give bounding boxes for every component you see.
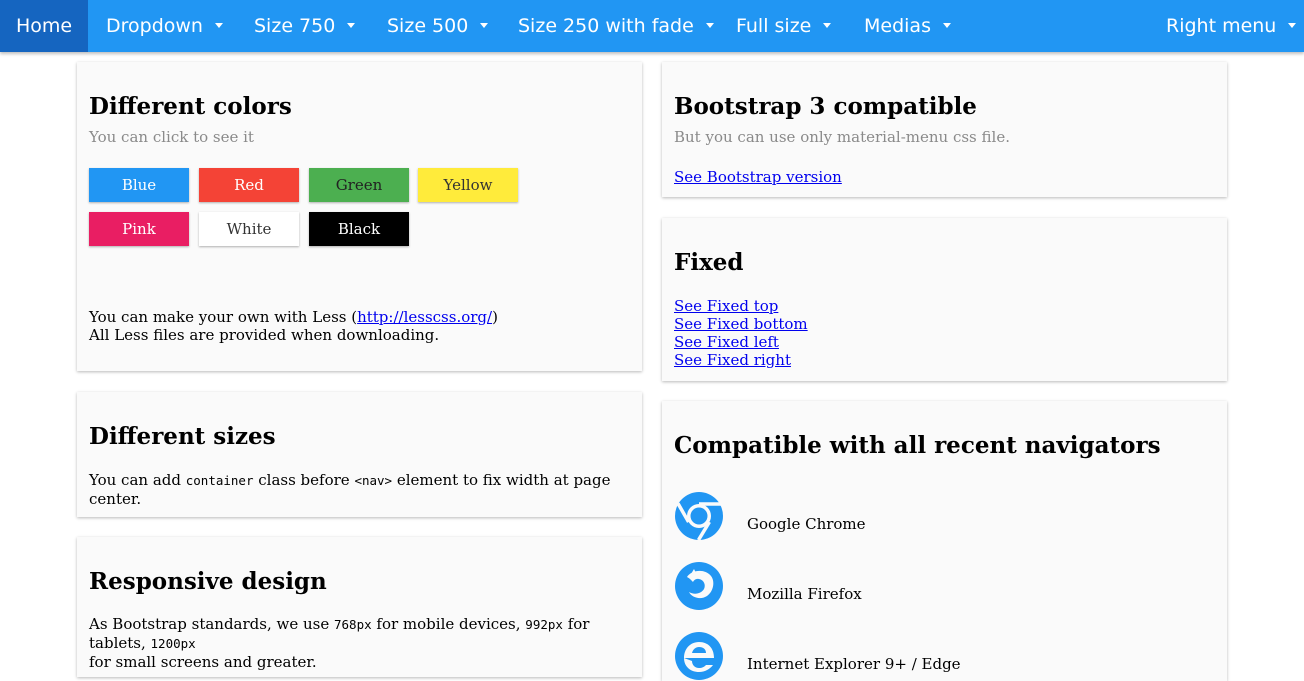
fixed-left-link[interactable]: See Fixed left bbox=[674, 333, 808, 351]
color-button-pink[interactable]: Pink bbox=[89, 212, 189, 246]
nav-item-size-250-fade[interactable]: Size 250 with fade bbox=[518, 0, 714, 52]
browsers-card: Compatible with all recent navigators Go… bbox=[662, 401, 1227, 681]
card-title: Different sizes bbox=[89, 423, 276, 450]
card-title: Fixed bbox=[674, 249, 744, 276]
less-note-suffix: ) bbox=[492, 308, 498, 326]
color-button-black[interactable]: Black bbox=[309, 212, 409, 246]
caret-down-icon bbox=[942, 23, 951, 28]
nav-item-label: Dropdown bbox=[106, 15, 203, 37]
fixed-links: See Fixed top See Fixed bottom See Fixed… bbox=[674, 297, 808, 369]
sizes-text: You can add container class before <nav>… bbox=[89, 471, 642, 508]
navbar: Home Dropdown Size 750 Size 500 Size 250… bbox=[0, 0, 1304, 52]
browser-name: Google Chrome bbox=[747, 515, 866, 533]
nav-item-medias[interactable]: Medias bbox=[864, 0, 951, 52]
nav-item-label: Size 250 with fade bbox=[518, 15, 694, 37]
caret-down-icon bbox=[214, 23, 223, 28]
fixed-card: Fixed See Fixed top See Fixed bottom See… bbox=[662, 218, 1227, 381]
fixed-bottom-link[interactable]: See Fixed bottom bbox=[674, 315, 808, 333]
text-fragment: You can add bbox=[89, 471, 186, 489]
less-link[interactable]: http://lesscss.org/ bbox=[357, 308, 492, 326]
firefox-icon bbox=[675, 562, 723, 610]
nav-item-full-size[interactable]: Full size bbox=[736, 0, 832, 52]
nav-item-dropdown[interactable]: Dropdown bbox=[106, 0, 223, 52]
browser-name: Mozilla Firefox bbox=[747, 585, 862, 603]
code-768: 768px bbox=[334, 617, 372, 632]
less-note-line2: All Less files are provided when downloa… bbox=[89, 326, 440, 344]
less-note-prefix: You can make your own with Less ( bbox=[89, 308, 358, 326]
less-note: You can make your own with Less (http://… bbox=[89, 308, 498, 344]
color-button-blue[interactable]: Blue bbox=[89, 168, 189, 202]
fixed-right-link[interactable]: See Fixed right bbox=[674, 351, 808, 369]
text-fragment: for small screens and greater. bbox=[89, 653, 317, 671]
card-subtitle: But you can use only material-menu css f… bbox=[674, 128, 1010, 146]
nav-item-label: Right menu bbox=[1166, 15, 1277, 37]
fixed-top-link[interactable]: See Fixed top bbox=[674, 297, 808, 315]
nav-item-label: Full size bbox=[736, 15, 812, 37]
code-992: 992px bbox=[525, 617, 563, 632]
caret-down-icon bbox=[347, 23, 356, 28]
card-title: Bootstrap 3 compatible bbox=[674, 93, 977, 120]
bootstrap-link-wrap: See Bootstrap version bbox=[674, 168, 842, 186]
color-button-red[interactable]: Red bbox=[199, 168, 299, 202]
caret-down-icon bbox=[1288, 23, 1297, 28]
nav-item-label: Medias bbox=[864, 15, 931, 37]
caret-down-icon bbox=[705, 23, 714, 28]
nav-item-home[interactable]: Home bbox=[0, 0, 89, 52]
nav-item-label: Size 500 bbox=[387, 15, 469, 37]
text-fragment: class before bbox=[253, 471, 355, 489]
text-fragment: for mobile devices, bbox=[371, 615, 526, 633]
ie-edge-icon bbox=[675, 632, 723, 680]
caret-down-icon bbox=[480, 23, 489, 28]
bootstrap-card: Bootstrap 3 compatible But you can use o… bbox=[662, 62, 1227, 197]
color-button-white[interactable]: White bbox=[199, 212, 299, 246]
nav-item-size-500[interactable]: Size 500 bbox=[387, 0, 489, 52]
code-1200: 1200px bbox=[150, 636, 196, 651]
chrome-icon bbox=[675, 492, 723, 541]
bootstrap-version-link[interactable]: See Bootstrap version bbox=[674, 168, 842, 186]
caret-down-icon bbox=[823, 23, 832, 28]
nav-item-right-menu[interactable]: Right menu bbox=[1166, 0, 1297, 52]
code-nav: <nav> bbox=[354, 473, 393, 488]
browser-name: Internet Explorer 9+ / Edge bbox=[747, 655, 961, 673]
color-button-yellow[interactable]: Yellow bbox=[418, 168, 518, 202]
code-container: container bbox=[185, 473, 254, 488]
card-title: Responsive design bbox=[89, 568, 327, 595]
nav-item-size-750[interactable]: Size 750 bbox=[254, 0, 356, 52]
sizes-card: Different sizes You can add container cl… bbox=[77, 392, 642, 517]
card-subtitle: You can click to see it bbox=[89, 128, 254, 146]
responsive-card: Responsive design As Bootstrap standards… bbox=[77, 537, 642, 677]
card-title: Compatible with all recent navigators bbox=[674, 432, 1161, 459]
text-fragment: As Bootstrap standards, we use bbox=[89, 615, 334, 633]
colors-card: Different colors You can click to see it… bbox=[77, 62, 642, 371]
color-button-green[interactable]: Green bbox=[309, 168, 409, 202]
nav-item-label: Home bbox=[16, 15, 73, 37]
card-title: Different colors bbox=[89, 93, 292, 120]
nav-item-label: Size 750 bbox=[254, 15, 336, 37]
